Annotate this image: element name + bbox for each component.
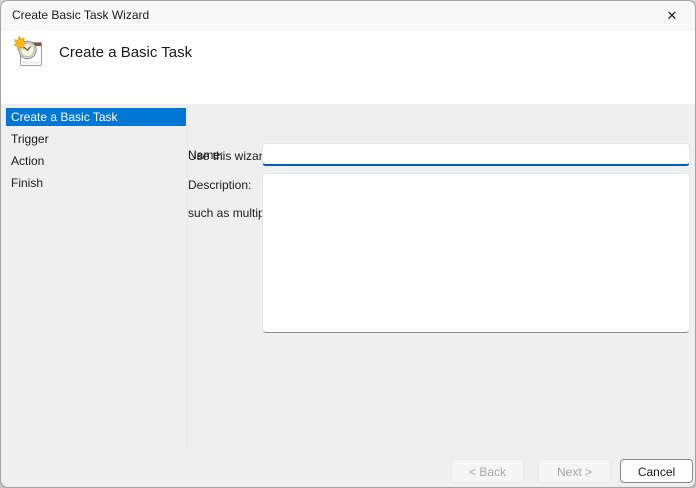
description-textarea[interactable] <box>262 173 690 333</box>
sidebar-item-action: Action <box>6 152 186 170</box>
task-wizard-icon <box>13 36 45 68</box>
name-label: Name: <box>188 148 223 162</box>
page-title: Create a Basic Task <box>59 44 192 61</box>
window-title: Create Basic Task Wizard <box>12 1 149 31</box>
name-input[interactable] <box>262 143 690 166</box>
sidebar-item-create-a-basic-task: Create a Basic Task <box>6 108 186 126</box>
title-bar: Create Basic Task Wizard ✕ <box>1 1 695 31</box>
create-basic-task-wizard-dialog: Create Basic Task Wizard ✕ Create a Basi… <box>0 0 696 488</box>
wizard-header: Create a Basic Task <box>1 31 695 104</box>
cancel-button[interactable]: Cancel <box>620 459 693 483</box>
next-button[interactable]: Next > <box>538 459 611 483</box>
close-button[interactable]: ✕ <box>649 1 695 31</box>
back-button[interactable]: < Back <box>451 459 524 483</box>
sidebar-item-trigger: Trigger <box>6 130 186 148</box>
wizard-body: Create a Basic Task Trigger Action Finis… <box>1 104 695 487</box>
close-icon: ✕ <box>667 8 678 24</box>
description-label: Description: <box>188 178 251 192</box>
sidebar-item-finish: Finish <box>6 174 186 192</box>
